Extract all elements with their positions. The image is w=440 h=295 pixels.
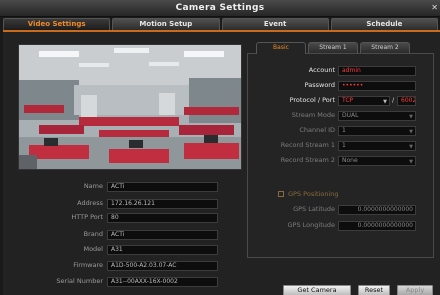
info-value-name: ACTi	[107, 182, 218, 192]
password-field[interactable]: ••••••	[338, 81, 416, 91]
gps-longitude-label: GPS Longitude	[287, 221, 335, 229]
info-label-firmware: Firmware	[73, 261, 103, 269]
main-tabs: Video Settings Motion Setup Event Schedu…	[3, 18, 440, 30]
info-label-name: Name	[83, 182, 103, 190]
record-stream-1-row: Record Stream 1 1	[252, 141, 430, 151]
tab-stream-1[interactable]: Stream 1	[308, 42, 358, 53]
gps-latitude-row: GPS Latitude 0.0000000000000	[252, 205, 430, 215]
info-value-address: 172.16.26.121	[107, 199, 218, 209]
record-stream-2-label: Record Stream 2	[280, 156, 335, 164]
info-value-firmware: A1D-500-A2.03.07-AC	[107, 261, 218, 271]
info-row-firmware: Firmware A1D-500-A2.03.07-AC	[18, 261, 218, 271]
protocol-row: Protocol / Port TCP / 6002	[252, 96, 430, 106]
gps-latitude-label: GPS Latitude	[293, 205, 335, 213]
reset-button[interactable]: Reset	[358, 285, 390, 295]
camera-preview-image	[19, 45, 241, 169]
tab-video-settings[interactable]: Video Settings	[3, 18, 111, 30]
tab-schedule[interactable]: Schedule	[330, 18, 438, 30]
info-label-brand: Brand	[83, 230, 103, 238]
protocol-label: Protocol / Port	[289, 96, 335, 104]
tab-basic[interactable]: Basic	[256, 42, 306, 54]
stream-mode-row: Stream Mode DUAL	[252, 111, 430, 121]
window-titlebar: Camera Settings ✕	[0, 0, 440, 17]
channel-id-row: Channel ID 1	[252, 126, 430, 136]
info-row-name: Name ACTi	[18, 182, 218, 192]
info-label-http-port: HTTP Port	[71, 213, 103, 221]
protocol-select[interactable]: TCP	[338, 96, 390, 106]
panel-tabs: Basic Stream 1 Stream 2	[256, 42, 412, 54]
info-value-brand: ACTi	[107, 230, 218, 240]
info-row-serial: Serial Number A31--00AXX-16X-0002	[18, 277, 218, 287]
info-label-serial: Serial Number	[56, 277, 103, 285]
gps-longitude-field[interactable]: 0.0000000000000	[338, 221, 416, 231]
info-label-model: Model	[83, 245, 103, 253]
stream-mode-label: Stream Mode	[291, 111, 335, 119]
record-stream-1-label: Record Stream 1	[280, 141, 335, 149]
stream-mode-select[interactable]: DUAL	[338, 111, 416, 121]
record-stream-2-row: Record Stream 2 None	[252, 156, 430, 166]
window-title: Camera Settings	[175, 3, 265, 13]
tab-stream-2[interactable]: Stream 2	[360, 42, 410, 53]
gps-positioning[interactable]: GPS Positioning	[278, 190, 339, 198]
info-value-serial: A31--00AXX-16X-0002	[107, 277, 218, 287]
get-camera-settings-button[interactable]: Get Camera Settings	[283, 285, 351, 295]
tab-event[interactable]: Event	[221, 18, 329, 30]
port-separator: /	[392, 96, 395, 104]
gps-checkbox[interactable]	[278, 191, 284, 197]
info-row-model: Model A31	[18, 245, 218, 255]
port-field[interactable]: 6002	[397, 96, 416, 106]
info-value-http-port: 80	[107, 213, 218, 223]
info-row-http-port: HTTP Port 80	[18, 213, 218, 223]
gps-heading: GPS Positioning	[288, 190, 339, 198]
record-stream-1-select[interactable]: 1	[338, 141, 416, 151]
close-icon[interactable]: ✕	[431, 3, 438, 12]
info-row-address: Address 172.16.26.121	[18, 199, 218, 209]
apply-button[interactable]: Apply	[397, 285, 433, 295]
gps-longitude-row: GPS Longitude 0.0000000000000	[252, 221, 430, 231]
password-label: Password	[304, 81, 335, 89]
password-row: Password ••••••	[252, 81, 430, 91]
channel-id-select[interactable]: 1	[338, 126, 416, 136]
account-field[interactable]: admin	[338, 66, 416, 76]
account-row: Account admin	[252, 66, 430, 76]
account-label: Account	[308, 66, 335, 74]
info-value-model: A31	[107, 245, 218, 255]
camera-preview	[18, 44, 242, 170]
record-stream-2-select[interactable]: None	[338, 156, 416, 166]
gps-latitude-field[interactable]: 0.0000000000000	[338, 205, 416, 215]
info-row-brand: Brand ACTi	[18, 230, 218, 240]
channel-id-label: Channel ID	[299, 126, 335, 134]
tab-motion-setup[interactable]: Motion Setup	[112, 18, 220, 30]
info-label-address: Address	[77, 199, 103, 207]
